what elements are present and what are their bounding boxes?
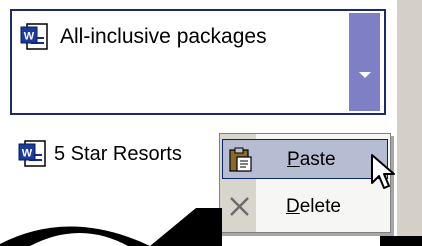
word-document-icon: W bbox=[18, 140, 48, 173]
menu-item-paste[interactable]: Paste bbox=[222, 139, 388, 179]
clipboard-item-label: 5 Star Resorts bbox=[54, 143, 182, 165]
chevron-down-icon bbox=[359, 72, 371, 78]
clipboard-item-label: All-inclusive packages bbox=[60, 25, 267, 48]
background-decoration bbox=[0, 208, 422, 246]
clipboard-pane: W All-inclusive packages W 5 Star Resort… bbox=[0, 0, 422, 246]
svg-text:W: W bbox=[24, 31, 35, 43]
mouse-cursor-icon bbox=[370, 153, 398, 198]
word-document-icon: W bbox=[20, 23, 50, 56]
clipboard-item-selected[interactable]: W All-inclusive packages bbox=[10, 9, 386, 115]
paste-icon bbox=[227, 146, 255, 174]
item-dropdown-button[interactable] bbox=[349, 13, 380, 111]
svg-text:W: W bbox=[22, 148, 33, 160]
menu-item-label: Paste bbox=[287, 149, 336, 170]
